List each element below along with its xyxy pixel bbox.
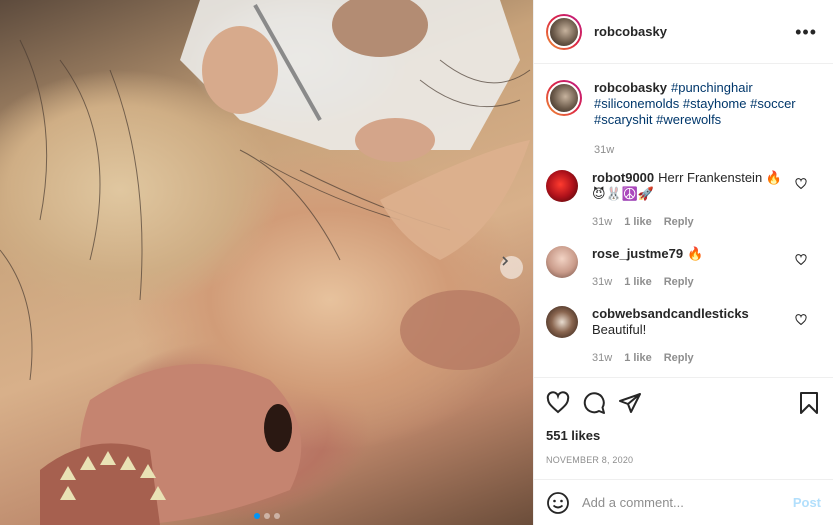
caption-avatar[interactable]: [546, 80, 582, 116]
heart-icon[interactable]: [546, 391, 570, 415]
post-photo-art: [0, 0, 531, 525]
comment: rose_justme79 🔥 31w 1 like Reply: [546, 246, 821, 288]
post-date[interactable]: NOVEMBER 8, 2020: [546, 455, 821, 465]
comment-age[interactable]: 31w: [592, 276, 612, 288]
comment-username[interactable]: cobwebsandcandlesticks: [592, 306, 749, 321]
heart-icon[interactable]: [795, 254, 807, 269]
caption-meta: 31w: [594, 144, 821, 156]
caption-username[interactable]: robcobasky: [594, 80, 667, 95]
commenter-avatar[interactable]: [546, 306, 578, 338]
hashtag[interactable]: #punchinghair: [671, 80, 753, 95]
comment-text: robot9000 Herr Frankenstein 🔥 😈🐰☮️🚀: [592, 170, 821, 202]
emoji-icon[interactable]: [546, 491, 570, 515]
comment-like-count[interactable]: 1 like: [624, 352, 652, 364]
reply-button[interactable]: Reply: [664, 216, 694, 228]
chevron-right-icon: [502, 256, 509, 266]
heart-icon[interactable]: [795, 178, 807, 193]
caption: robcobasky #punchinghair #siliconemolds #…: [546, 80, 821, 156]
comment-text: rose_justme79 🔥: [592, 246, 703, 262]
hashtag[interactable]: #siliconemolds: [594, 96, 679, 111]
hashtag[interactable]: #stayhome: [683, 96, 747, 111]
share-icon[interactable]: [618, 391, 642, 415]
comment-meta: 31w 1 like Reply: [592, 276, 703, 288]
author-username[interactable]: robcobasky: [594, 24, 667, 39]
author-avatar[interactable]: [546, 13, 582, 50]
carousel-next-button[interactable]: [500, 256, 523, 279]
comment-age[interactable]: 31w: [592, 216, 612, 228]
likes-count[interactable]: 551 likes: [546, 428, 821, 443]
comment-age[interactable]: 31w: [592, 352, 612, 364]
comment-meta: 31w 1 like Reply: [592, 352, 753, 364]
comment-like-count[interactable]: 1 like: [624, 276, 652, 288]
commenter-avatar[interactable]: [546, 170, 578, 202]
post-actions: 551 likes NOVEMBER 8, 2020: [534, 377, 833, 465]
more-icon[interactable]: •••: [795, 23, 817, 41]
carousel-dot[interactable]: [253, 513, 260, 519]
commenter-avatar[interactable]: [546, 246, 578, 278]
comment-username[interactable]: robot9000: [592, 170, 654, 185]
hashtag[interactable]: #werewolfs: [656, 112, 721, 127]
carousel-dots: [0, 513, 533, 519]
post-image[interactable]: [0, 0, 533, 525]
save-icon[interactable]: [797, 391, 821, 415]
comment: cobwebsandcandlesticks Beautiful! 31w 1 …: [546, 306, 821, 364]
comments-list: robcobasky #punchinghair #siliconemolds #…: [534, 64, 833, 377]
comment-username[interactable]: rose_justme79: [592, 246, 683, 261]
post-comment-button[interactable]: Post: [793, 495, 821, 510]
comment-meta: 31w 1 like Reply: [592, 216, 821, 228]
post-header: robcobasky •••: [534, 0, 833, 64]
heart-icon[interactable]: [795, 314, 807, 329]
comment-icon[interactable]: [582, 391, 606, 415]
instagram-post: robcobasky ••• robcobasky #punchinghair #…: [0, 0, 833, 525]
reply-button[interactable]: Reply: [664, 276, 694, 288]
comment: robot9000 Herr Frankenstein 🔥 😈🐰☮️🚀 31w 1…: [546, 170, 821, 228]
caption-text: robcobasky #punchinghair #siliconemolds #…: [594, 80, 821, 128]
reply-button[interactable]: Reply: [664, 352, 694, 364]
comment-body: 🔥: [687, 246, 704, 261]
comment-body: Beautiful!: [592, 322, 647, 337]
hashtag[interactable]: #scaryshit: [594, 112, 653, 127]
hashtag[interactable]: #soccer: [750, 96, 796, 111]
carousel-dot[interactable]: [273, 513, 280, 519]
comment-like-count[interactable]: 1 like: [624, 216, 652, 228]
comment-input[interactable]: [582, 495, 793, 510]
add-comment-bar: Post: [534, 479, 833, 525]
caption-age[interactable]: 31w: [594, 144, 614, 156]
action-icons: [546, 388, 821, 418]
post-side-panel: robcobasky ••• robcobasky #punchinghair #…: [533, 0, 833, 525]
carousel-dot[interactable]: [263, 513, 270, 519]
comment-text: cobwebsandcandlesticks Beautiful!: [592, 306, 753, 338]
